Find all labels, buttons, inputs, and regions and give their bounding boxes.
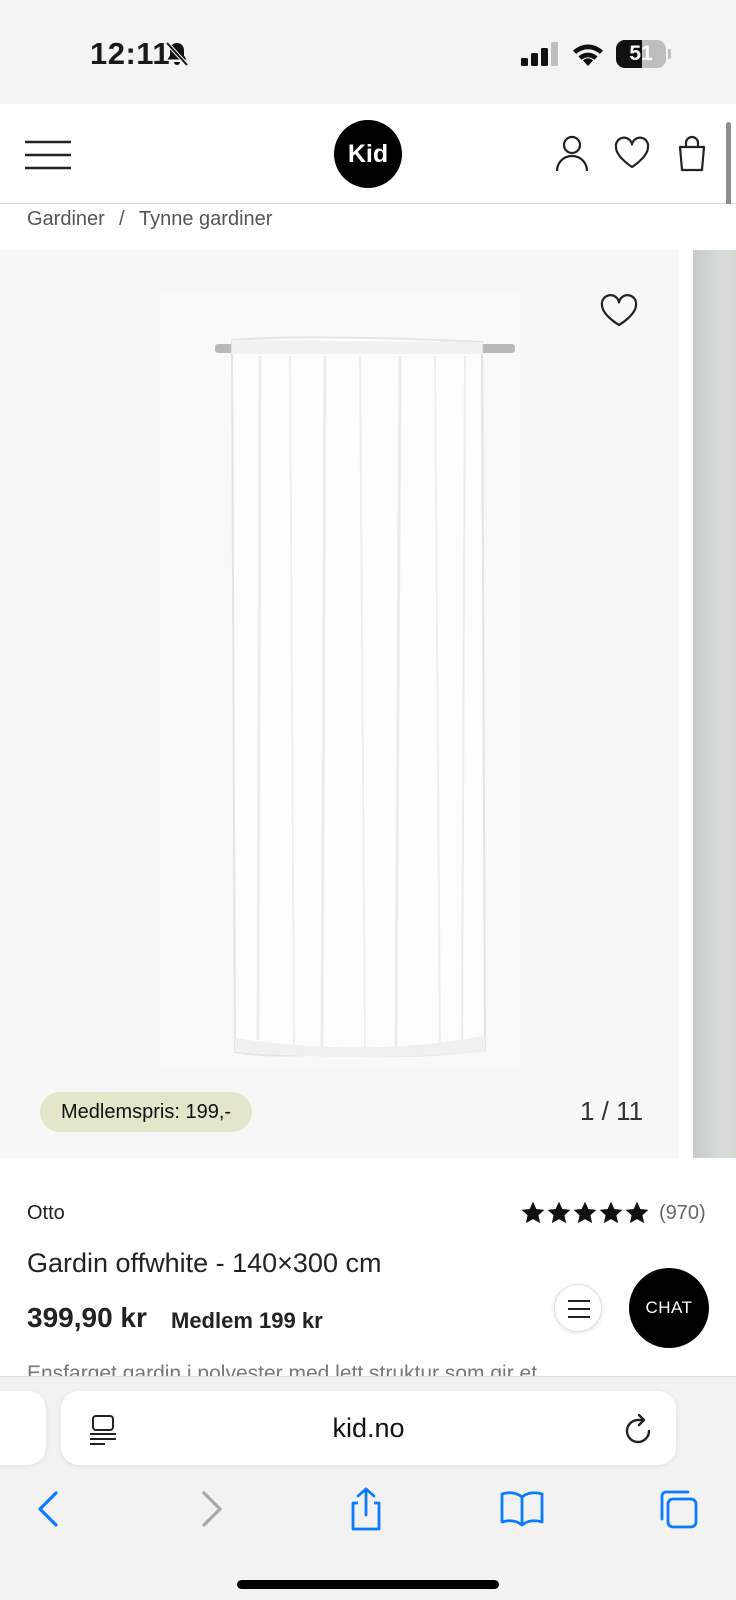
chat-button[interactable]: CHAT bbox=[629, 1268, 709, 1348]
curtain-product-image bbox=[160, 290, 520, 1070]
breadcrumb: Gardiner / Tynne gardiner bbox=[0, 204, 736, 250]
breadcrumb-separator: / bbox=[119, 208, 125, 230]
breadcrumb-gardiner[interactable]: Gardiner bbox=[27, 208, 105, 231]
star-icon bbox=[547, 1201, 571, 1224]
tabs-overview-icon[interactable] bbox=[656, 1487, 700, 1531]
url-text[interactable]: kid.no bbox=[61, 1391, 676, 1465]
forward-chevron-icon[interactable] bbox=[188, 1487, 232, 1531]
star-icon bbox=[573, 1201, 597, 1224]
gallery-slide-current[interactable]: Medlemspris: 199,- 1 / 11 bbox=[0, 250, 679, 1158]
share-icon[interactable] bbox=[344, 1487, 388, 1531]
gallery-slide-next-preview[interactable] bbox=[693, 250, 736, 1158]
star-icon bbox=[521, 1201, 545, 1224]
reload-icon[interactable] bbox=[623, 1413, 653, 1445]
shopping-bag-icon[interactable] bbox=[674, 134, 710, 172]
hamburger-menu-icon[interactable] bbox=[25, 140, 71, 170]
browser-toolbar: kid.no bbox=[0, 1376, 736, 1600]
status-time: 12:11 bbox=[90, 36, 171, 71]
breadcrumb-tynne-gardiner[interactable]: Tynne gardiner bbox=[139, 208, 272, 231]
product-info: Otto (970) Gardin offwhite - 140×300 cm … bbox=[0, 1158, 736, 1385]
product-brand[interactable]: Otto bbox=[27, 1202, 65, 1225]
star-icon bbox=[599, 1201, 623, 1224]
wishlist-heart-icon[interactable] bbox=[614, 134, 650, 172]
status-bar: 12:11 51 bbox=[0, 0, 736, 104]
account-icon[interactable] bbox=[554, 134, 590, 172]
bookmarks-book-icon[interactable] bbox=[500, 1487, 544, 1531]
site-header: Kid bbox=[0, 104, 736, 204]
battery-indicator: 51 bbox=[616, 40, 671, 68]
previous-tab-preview[interactable] bbox=[0, 1391, 46, 1465]
address-bar[interactable]: kid.no bbox=[61, 1391, 676, 1465]
slide-counter: 1 / 11 bbox=[580, 1096, 644, 1126]
quick-menu-button[interactable] bbox=[554, 1284, 602, 1332]
back-chevron-icon[interactable] bbox=[28, 1487, 72, 1531]
member-price: Medlem 199 kr bbox=[171, 1308, 323, 1333]
battery-level: 51 bbox=[629, 42, 653, 65]
wifi-icon bbox=[573, 44, 603, 66]
product-price: 399,90 kr bbox=[27, 1302, 147, 1333]
home-indicator bbox=[237, 1580, 499, 1589]
cellular-signal-icon bbox=[521, 42, 558, 66]
review-count[interactable]: (970) bbox=[659, 1202, 706, 1225]
product-title: Gardin offwhite - 140×300 cm bbox=[27, 1248, 382, 1278]
list-menu-icon bbox=[568, 1300, 590, 1318]
bell-off-icon bbox=[165, 41, 189, 67]
add-to-wishlist-heart-icon[interactable] bbox=[600, 294, 638, 328]
member-price-badge: Medlemspris: 199,- bbox=[40, 1092, 253, 1132]
rating-stars[interactable] bbox=[520, 1200, 650, 1228]
kid-logo[interactable]: Kid bbox=[334, 120, 402, 188]
product-gallery[interactable]: Medlemspris: 199,- 1 / 11 bbox=[0, 250, 736, 1158]
star-icon bbox=[625, 1201, 649, 1224]
